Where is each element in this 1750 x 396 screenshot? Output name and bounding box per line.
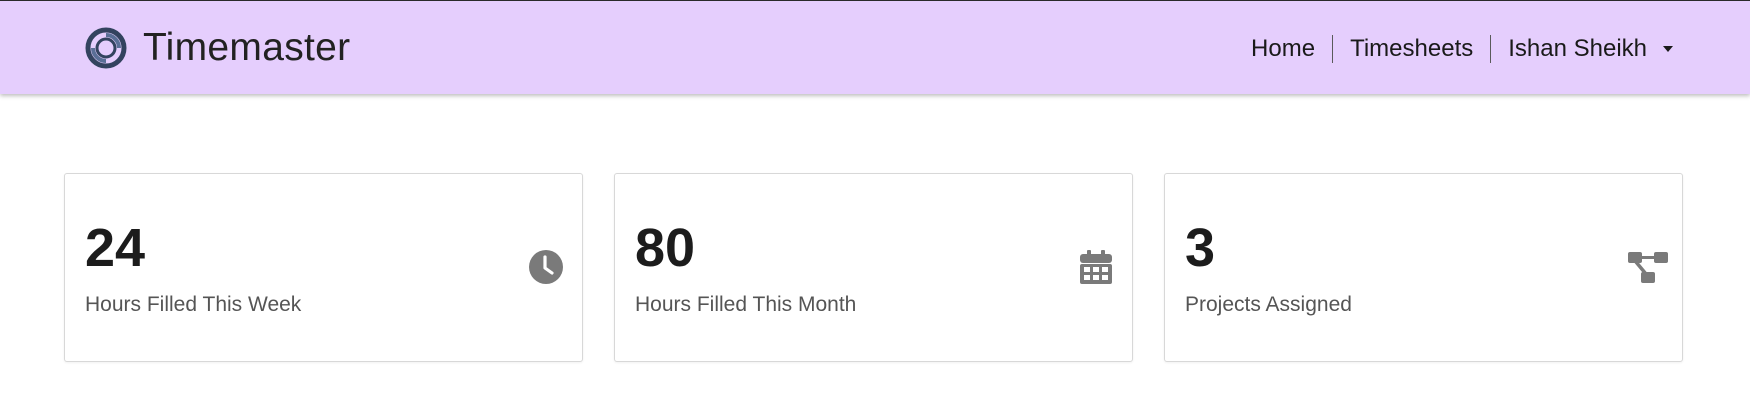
stat-value: 3 [1185,218,1216,278]
nav-timesheets-link[interactable]: Timesheets [1333,34,1490,64]
user-menu-dropdown[interactable]: Ishan Sheikh [1491,34,1690,64]
stat-value: 24 [85,218,146,278]
brand-home-link[interactable]: Timemaster [85,25,350,71]
nav-home-link[interactable]: Home [1234,34,1332,64]
stat-card-week-hours: 24 Hours Filled This Week [64,173,583,362]
ring-logo-icon [85,27,127,69]
clock-icon [528,249,564,285]
project-diagram-icon [1628,249,1668,285]
calendar-icon [1078,249,1114,285]
stat-label: Hours Filled This Month [635,293,857,316]
user-name: Ishan Sheikh [1508,35,1647,62]
caret-down-icon [1663,46,1673,52]
main-nav: Home Timesheets Ishan Sheikh [1234,34,1690,64]
stat-label: Projects Assigned [1185,293,1352,316]
stat-card-projects: 3 Projects Assigned [1164,173,1683,362]
stat-value: 80 [635,218,696,278]
stats-cards: 24 Hours Filled This Week 80 Hours Fille… [64,173,1684,362]
brand-name: Timemaster [143,26,351,69]
stat-card-month-hours: 80 Hours Filled This Month [614,173,1133,362]
stat-label: Hours Filled This Week [85,293,302,316]
top-navbar: Timemaster Home Timesheets Ishan Sheikh [0,0,1750,94]
